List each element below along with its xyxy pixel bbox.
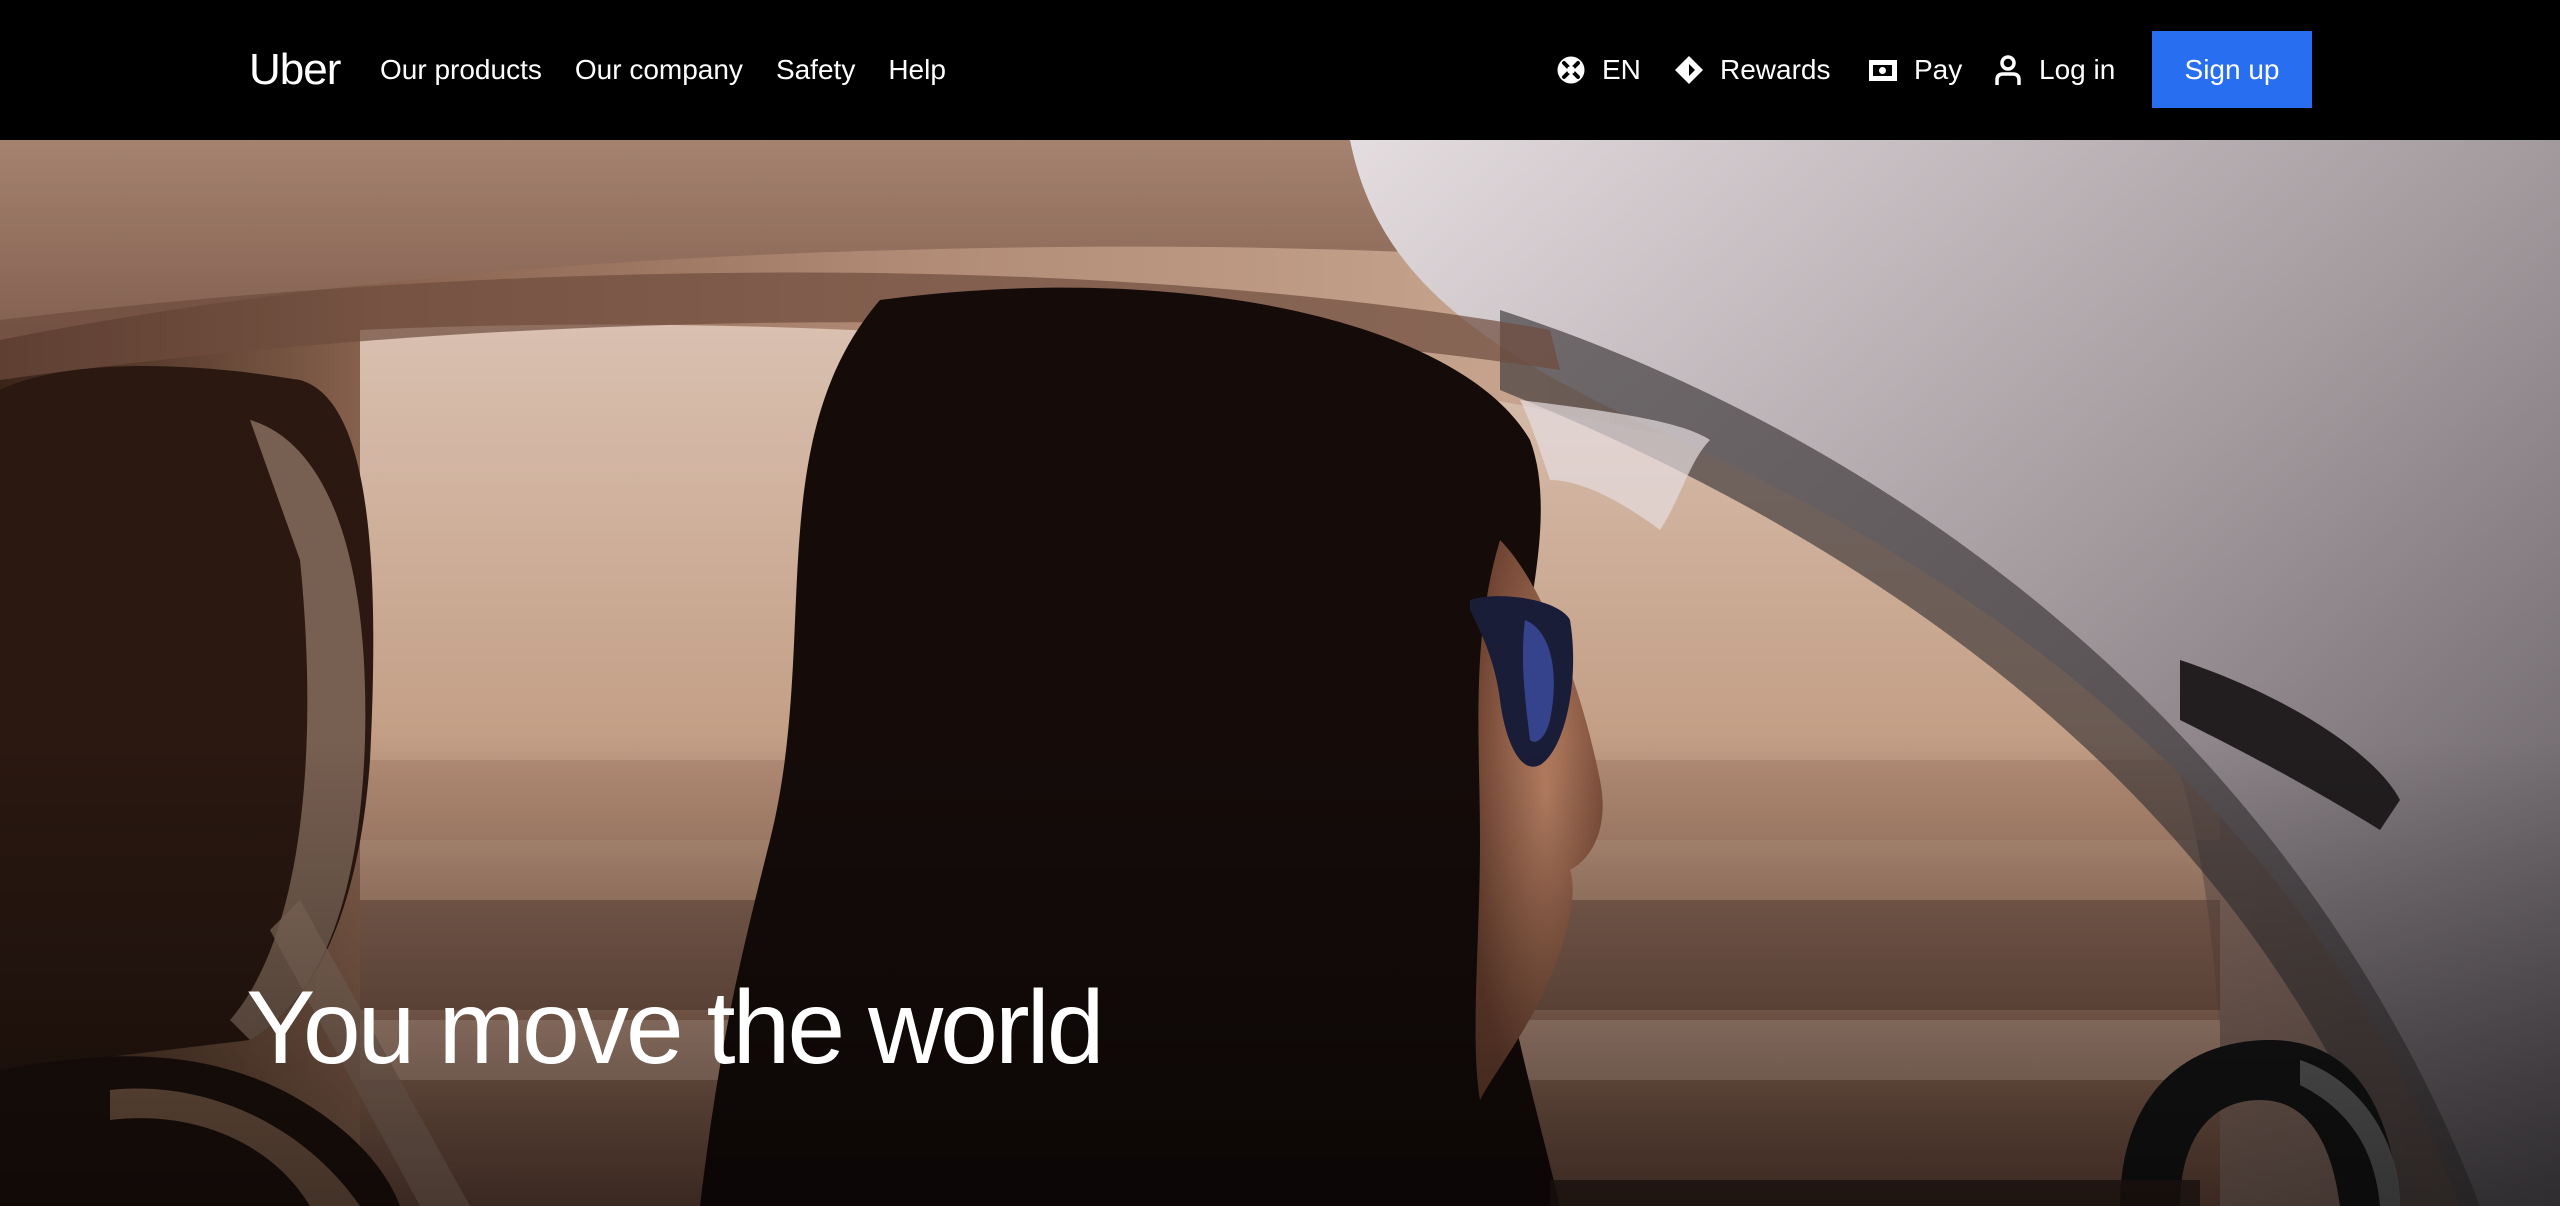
rewards-label: Rewards: [1720, 54, 1831, 85]
uber-logo[interactable]: Uber: [249, 44, 341, 96]
hero-section: You move the world: [0, 140, 2560, 1206]
login-label: Log in: [2039, 54, 2116, 85]
nav-help[interactable]: Help: [888, 52, 946, 88]
pay-label: Pay: [1914, 54, 1963, 85]
language-selector[interactable]: EN: [1556, 52, 1641, 88]
hero-title: You move the world: [246, 970, 1105, 1086]
nav-our-company[interactable]: Our company: [575, 52, 743, 88]
wallet-icon: [1868, 55, 1898, 85]
globe-icon: [1556, 55, 1586, 85]
login-link[interactable]: Log in: [1993, 52, 2115, 88]
primary-nav: Our products Our company Safety Help: [380, 52, 979, 88]
sign-up-button[interactable]: Sign up: [2152, 31, 2312, 108]
pay-link[interactable]: Pay: [1868, 52, 1962, 88]
diamond-icon: [1674, 55, 1704, 85]
site-header: Uber Our products Our company Safety Hel…: [0, 0, 2560, 140]
rewards-link[interactable]: Rewards: [1674, 52, 1830, 88]
language-label: EN: [1602, 54, 1641, 85]
nav-safety[interactable]: Safety: [776, 52, 855, 88]
user-icon: [1993, 54, 2023, 86]
nav-our-products[interactable]: Our products: [380, 52, 542, 88]
